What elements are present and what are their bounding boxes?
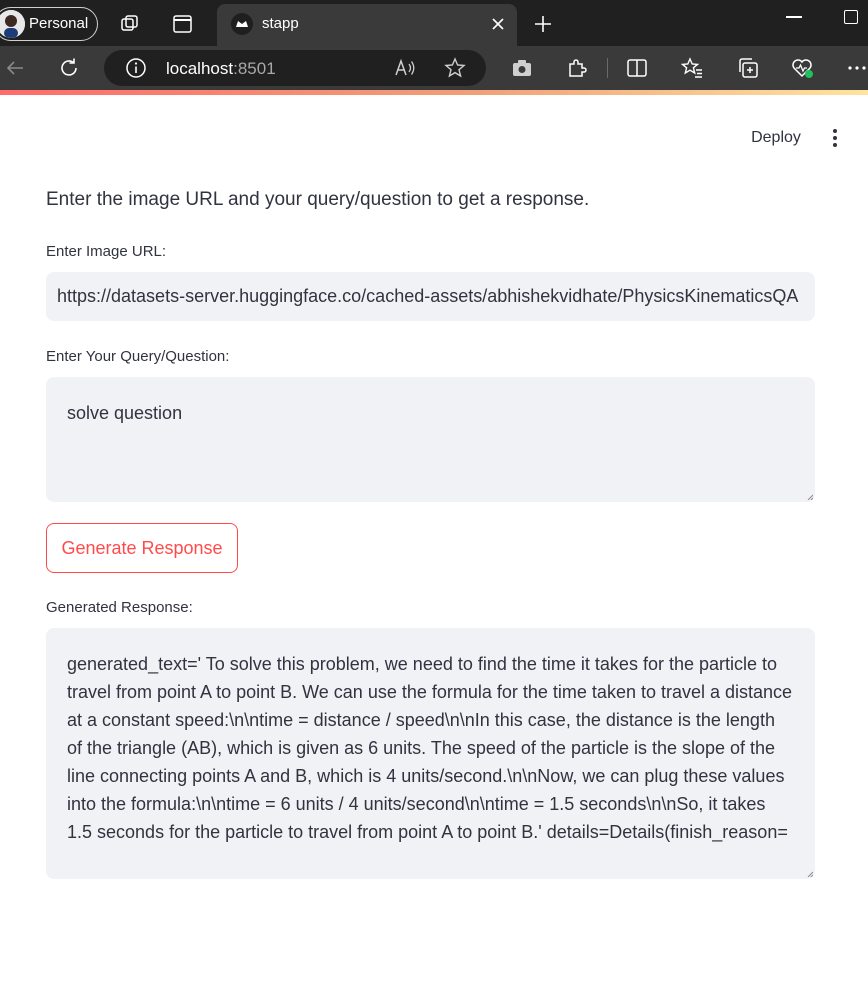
url-port: :8501 <box>233 59 276 78</box>
main-menu-icon[interactable] <box>826 126 844 150</box>
image-url-input-container <box>46 272 815 321</box>
toolbar-separator <box>607 58 608 78</box>
workspaces-icon[interactable] <box>119 13 141 35</box>
streamlit-header-decoration <box>0 90 868 95</box>
minimize-icon[interactable] <box>786 16 802 18</box>
read-aloud-icon[interactable] <box>393 56 417 80</box>
query-textarea[interactable]: solve question <box>46 377 815 502</box>
profile-label: Personal <box>29 15 89 32</box>
generate-response-button[interactable]: Generate Response <box>46 523 238 573</box>
profile-button[interactable]: Personal <box>0 7 98 41</box>
url-host: localhost <box>166 59 234 78</box>
collections-icon[interactable] <box>736 56 760 80</box>
response-textarea-container: generated_text=' To solve this problem, … <box>46 628 815 879</box>
site-info-icon[interactable] <box>124 56 148 80</box>
resize-handle-icon[interactable] <box>807 871 813 877</box>
intro-text: Enter the image URL and your query/quest… <box>46 189 590 210</box>
new-tab-icon[interactable] <box>532 13 554 35</box>
response-textarea[interactable]: generated_text=' To solve this problem, … <box>46 628 815 879</box>
resize-handle-icon[interactable] <box>807 494 813 500</box>
tab-actions-icon[interactable] <box>172 13 194 35</box>
tab-title: stapp <box>262 15 299 32</box>
deploy-button[interactable]: Deploy <box>734 122 818 154</box>
avatar <box>0 10 25 38</box>
response-label: Generated Response: <box>46 599 193 616</box>
refresh-icon[interactable] <box>57 56 81 80</box>
browser-tab-bar: Personal stapp <box>0 0 868 46</box>
favorites-icon[interactable] <box>680 56 704 80</box>
close-icon[interactable] <box>488 14 508 34</box>
browser-essentials-icon[interactable] <box>790 56 814 80</box>
back-icon[interactable] <box>3 56 27 80</box>
more-icon[interactable] <box>845 56 868 80</box>
streamlit-favicon <box>231 13 253 35</box>
extensions-icon[interactable] <box>565 56 589 80</box>
maximize-icon[interactable] <box>844 10 858 24</box>
url-text: localhost:8501 <box>166 59 276 79</box>
browser-toolbar: localhost:8501 <box>0 46 868 90</box>
screenshot-icon[interactable] <box>510 56 534 80</box>
image-url-label: Enter Image URL: <box>46 243 167 260</box>
active-tab[interactable]: stapp <box>217 4 517 46</box>
query-label: Enter Your Query/Question: <box>46 348 230 365</box>
address-bar[interactable]: localhost:8501 <box>104 50 486 86</box>
favorite-star-icon[interactable] <box>443 56 467 80</box>
split-screen-icon[interactable] <box>625 56 649 80</box>
image-url-input[interactable] <box>46 272 815 321</box>
query-textarea-container: solve question <box>46 377 815 502</box>
